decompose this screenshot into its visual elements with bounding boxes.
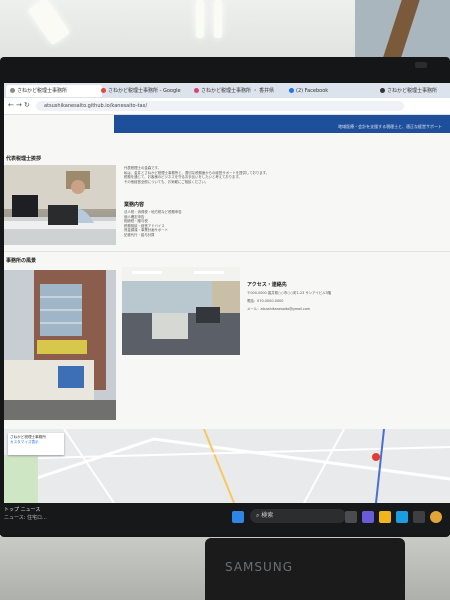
news-widget-title[interactable]: トップ ニュース <box>4 506 40 513</box>
news-widget-sub[interactable]: ニュース: 住宅ロ... <box>4 514 47 521</box>
search-placeholder: 検索 <box>261 512 274 519</box>
file-explorer-icon[interactable] <box>379 511 391 523</box>
back-icon[interactable]: ← <box>8 101 14 109</box>
reload-icon[interactable]: ↻ <box>24 101 30 109</box>
services-title: 業務内容 <box>124 202 145 208</box>
ceiling-light <box>196 0 204 38</box>
chrome-icon[interactable] <box>430 511 442 523</box>
address-bar: ← → ↻ atsushikanesaito.github.io/kanesai… <box>4 98 450 115</box>
service-item: 記帳代行・給与計算 <box>124 232 155 237</box>
building-photo <box>4 270 116 420</box>
url-field[interactable]: atsushikanesaito.github.io/kanesaito-tax… <box>36 101 404 111</box>
tab-4[interactable]: さねかど税理士事務所 <box>376 85 450 97</box>
tab-bar: さねかど税理士事務所 さねかど税理士事務所 - Google さねかど税理士事務… <box>4 83 450 98</box>
tab-3[interactable]: (2) Facebook <box>285 85 381 97</box>
profile-title: 代表税理士挨拶 <box>6 156 42 162</box>
tab-label: さねかど税理士事務所 ・ 香井県 <box>201 88 275 94</box>
brand-logo: SAMSUNG <box>225 560 294 574</box>
tab-label: さねかど税理士事務所 - Google <box>108 88 181 94</box>
facebook-icon <box>289 88 294 93</box>
store-icon[interactable] <box>413 511 425 523</box>
section-divider <box>4 251 450 252</box>
access-phone[interactable]: 電話：070-0000-0000 <box>247 299 283 304</box>
taskbar: トップ ニュース ニュース: 住宅ロ... ⌕ 検索 <box>0 503 450 535</box>
representative-photo <box>4 165 116 245</box>
tab-label: (2) Facebook <box>296 88 329 94</box>
copilot-icon[interactable] <box>362 511 374 523</box>
access-title: アクセス・連絡先 <box>247 282 287 288</box>
tab-label: さねかど税理士事務所 <box>387 88 438 94</box>
map-info-card: さねかど税理士事務所 カスタマイズ表示 <box>8 433 64 455</box>
embedded-map[interactable]: さねかど税理士事務所 カスタマイズ表示 <box>4 428 450 503</box>
instagram-icon <box>194 88 199 93</box>
office-title: 事務所の風景 <box>6 258 37 264</box>
access-email[interactable]: メール：atsushikanesaito@gmail.com <box>247 307 310 312</box>
tab-0[interactable]: さねかど税理士事務所 <box>6 85 102 97</box>
tab-2[interactable]: さねかど税理士事務所 ・ 香井県 <box>190 85 288 97</box>
profile-line: その他経営全般についても、お気軽にご相談ください。 <box>124 179 209 184</box>
task-view-icon[interactable] <box>345 511 357 523</box>
interior-photo <box>122 267 240 355</box>
browser-screen: さねかど税理士事務所 さねかど税理士事務所 - Google さねかど税理士事務… <box>4 83 450 503</box>
header-subtitle: 地域医療・会計を支援する税理士と、適正な経営サポート <box>338 124 442 129</box>
services-list: 法人税・消費税・地方税など税務申告 個人確定申告 相続税・贈与税 税務相談・経営… <box>124 210 284 238</box>
ceiling-light <box>214 0 222 38</box>
tab-label: さねかど税理士事務所 <box>17 88 68 94</box>
profile-body: 代表税理士の金森です。 私は、金井とさねかど税理士事務所と、適切な税務面からの経… <box>124 166 299 184</box>
site-header: 地域医療・会計を支援する税理士と、適正な経営サポート <box>114 115 450 133</box>
forward-icon[interactable]: → <box>16 101 22 109</box>
tab-1[interactable]: さねかど税理士事務所 - Google <box>97 85 193 97</box>
edge-icon[interactable] <box>396 511 408 523</box>
taskbar-search[interactable]: ⌕ 検索 <box>250 509 346 523</box>
map-pin-icon <box>101 88 106 93</box>
favicon-icon <box>10 88 15 93</box>
x-icon <box>380 88 385 93</box>
windows-start-icon[interactable] <box>232 511 244 523</box>
webcam <box>415 62 427 68</box>
map-card-link[interactable]: カスタマイズ表示 <box>10 440 62 445</box>
access-address: 〒000-0000 香井県○○市○○町1-23 サンアイビル3階 <box>247 291 332 295</box>
